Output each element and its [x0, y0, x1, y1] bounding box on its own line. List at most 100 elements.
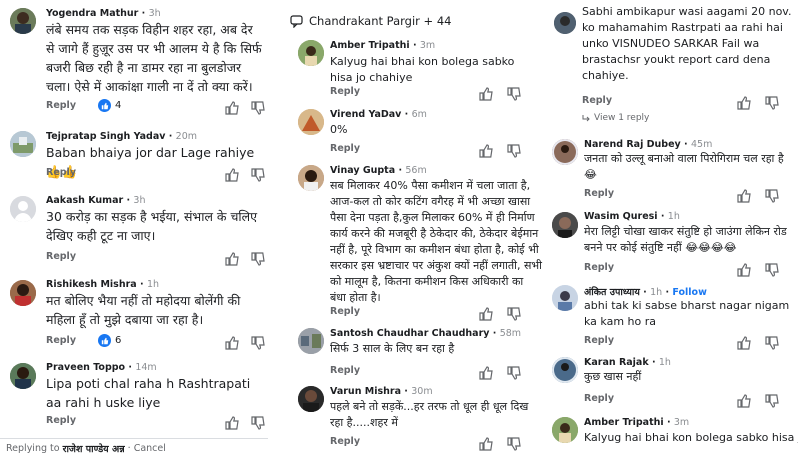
like-reaction-icon — [98, 99, 111, 112]
avatar[interactable] — [298, 109, 324, 135]
author-name[interactable]: Yogendra Mathur — [46, 8, 138, 19]
avatar[interactable] — [298, 40, 324, 66]
thumbs-down-icon[interactable] — [506, 143, 522, 159]
thumbs-up-icon[interactable] — [478, 306, 494, 322]
comment-author[interactable]: Virend YaDav · 6m — [330, 109, 427, 120]
thumbs-down-icon[interactable] — [506, 306, 522, 322]
reply-button[interactable]: Reply — [584, 335, 614, 346]
thumbs-up-icon[interactable] — [736, 188, 752, 204]
reactions-header[interactable]: Chandrakant Pargir + 44 — [290, 14, 451, 28]
thumbs-up-icon[interactable] — [736, 262, 752, 278]
avatar[interactable] — [552, 139, 578, 165]
reply-button[interactable]: Reply — [584, 262, 614, 273]
avatar[interactable] — [552, 285, 578, 311]
author-name[interactable]: Amber Tripathi — [330, 40, 410, 51]
comment-author[interactable]: अंकित उपाध्याय · 1h · Follow — [584, 285, 707, 298]
reply-button[interactable]: Reply — [330, 86, 360, 97]
avatar[interactable] — [10, 131, 36, 157]
comment-author[interactable]: Wasim Quresi · 1h — [584, 211, 680, 222]
reply-button[interactable]: Reply — [330, 143, 360, 154]
comment-author[interactable]: Amber Tripathi · 3m — [584, 417, 689, 428]
thumbs-down-icon[interactable] — [250, 251, 266, 267]
author-name[interactable]: अंकित उपाध्याय — [584, 287, 640, 298]
author-name[interactable]: Aakash Kumar — [46, 195, 123, 206]
thumbs-up-icon[interactable] — [478, 436, 494, 452]
author-name[interactable]: Karan Rajak — [584, 357, 649, 368]
avatar[interactable] — [10, 8, 36, 34]
author-name[interactable]: Santosh Chaudhar Chaudhary — [330, 328, 489, 339]
reply-button[interactable]: Reply — [584, 393, 614, 404]
view-replies-link[interactable]: View 1 reply — [582, 113, 649, 123]
author-name[interactable]: Virend YaDav — [330, 109, 401, 120]
avatar[interactable] — [298, 165, 324, 191]
thumbs-down-icon[interactable] — [506, 365, 522, 381]
reply-button[interactable]: Reply — [46, 335, 76, 346]
reply-button[interactable]: Reply — [46, 167, 76, 178]
thumbs-up-icon[interactable] — [478, 365, 494, 381]
thumbs-up-icon[interactable] — [736, 335, 752, 351]
thumbs-down-icon[interactable] — [506, 86, 522, 102]
avatar[interactable] — [554, 12, 576, 34]
comment-author[interactable]: Vinay Gupta · 56m — [330, 165, 427, 176]
comment-time: 30m — [411, 386, 433, 397]
comment-actions: Reply — [0, 415, 268, 431]
comment-author[interactable]: Karan Rajak · 1h — [584, 357, 671, 368]
comment-author[interactable]: Narend Raj Dubey · 45m — [584, 139, 712, 150]
reply-button[interactable]: Reply — [330, 306, 360, 317]
thumbs-down-icon[interactable] — [250, 415, 266, 431]
avatar[interactable] — [298, 328, 324, 354]
author-name[interactable]: Rishikesh Mishra — [46, 279, 137, 290]
reply-target-name[interactable]: राजेश पाण्डेय अन्न — [63, 442, 125, 455]
thumbs-up-icon[interactable] — [224, 167, 240, 183]
reply-button[interactable]: Reply — [582, 95, 612, 106]
reply-button[interactable]: Reply — [46, 415, 76, 426]
thumbs-up-icon[interactable] — [478, 86, 494, 102]
thumbs-down-icon[interactable] — [506, 436, 522, 452]
avatar[interactable] — [10, 196, 36, 222]
comment-actions: Reply — [290, 365, 548, 381]
thumbs-up-icon[interactable] — [224, 415, 240, 431]
author-name[interactable]: Narend Raj Dubey — [584, 139, 681, 150]
thumbs-down-icon[interactable] — [250, 335, 266, 351]
thumbs-down-icon[interactable] — [764, 335, 780, 351]
comment-author[interactable]: Praveen Toppo · 14m — [46, 362, 157, 373]
comment-author[interactable]: Aakash Kumar · 3h — [46, 195, 145, 206]
thumbs-down-icon[interactable] — [764, 95, 780, 111]
reply-button[interactable]: Reply — [46, 251, 76, 262]
author-name[interactable]: Amber Tripathi — [584, 417, 664, 428]
comment-author[interactable]: Tejpratap Singh Yadav · 20m — [46, 131, 197, 142]
thumbs-down-icon[interactable] — [250, 167, 266, 183]
thumbs-down-icon[interactable] — [250, 100, 266, 116]
comment-author[interactable]: Varun Mishra · 30m — [330, 386, 433, 397]
thumbs-up-icon[interactable] — [224, 251, 240, 267]
thumbs-down-icon[interactable] — [764, 262, 780, 278]
reply-button[interactable]: Reply — [46, 100, 76, 111]
cancel-reply-button[interactable]: · Cancel — [128, 443, 166, 454]
thumbs-up-icon[interactable] — [478, 143, 494, 159]
comment-author[interactable]: Yogendra Mathur · 3h — [46, 8, 161, 19]
avatar[interactable] — [552, 417, 578, 443]
thumbs-up-icon[interactable] — [736, 95, 752, 111]
author-name[interactable]: Tejpratap Singh Yadav — [46, 131, 165, 142]
author-name[interactable]: Praveen Toppo — [46, 362, 125, 373]
author-name[interactable]: Wasim Quresi — [584, 211, 658, 222]
thumbs-up-icon[interactable] — [224, 335, 240, 351]
avatar[interactable] — [10, 363, 36, 389]
comment-author[interactable]: Santosh Chaudhar Chaudhary · 58m — [330, 328, 521, 339]
thumbs-down-icon[interactable] — [764, 188, 780, 204]
avatar[interactable] — [552, 212, 578, 238]
thumbs-up-icon[interactable] — [736, 393, 752, 409]
thumbs-down-icon[interactable] — [764, 393, 780, 409]
thumbs-up-icon[interactable] — [224, 100, 240, 116]
reply-button[interactable]: Reply — [330, 436, 360, 447]
avatar[interactable] — [298, 386, 324, 412]
avatar[interactable] — [10, 280, 36, 306]
follow-button[interactable]: Follow — [672, 287, 706, 298]
author-name[interactable]: Vinay Gupta — [330, 165, 395, 176]
reply-button[interactable]: Reply — [330, 365, 360, 376]
comment-author[interactable]: Amber Tripathi · 3m — [330, 40, 435, 51]
comment-author[interactable]: Rishikesh Mishra · 1h — [46, 279, 159, 290]
reply-button[interactable]: Reply — [584, 188, 614, 199]
avatar[interactable] — [552, 357, 578, 383]
author-name[interactable]: Varun Mishra — [330, 386, 401, 397]
